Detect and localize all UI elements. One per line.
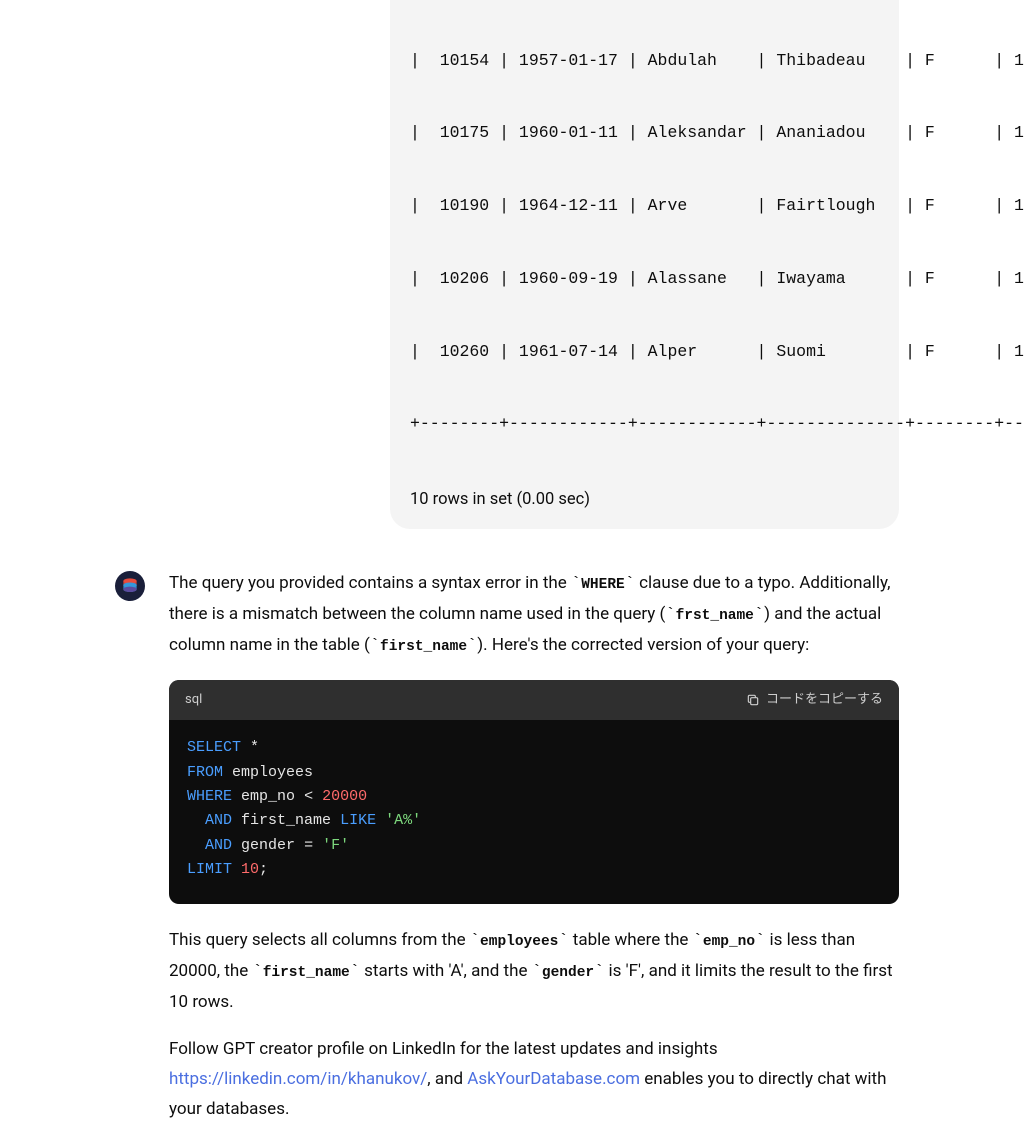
table-row: | 10206 | 1960-09-19 | Alassane | Iwayam… (410, 267, 879, 291)
code-body: SELECT * FROM employees WHERE emp_no < 2… (169, 720, 899, 904)
table-row: | 10260 | 1961-07-14 | Alper | Suomi | F… (410, 340, 879, 364)
code-language-label: sql (185, 689, 202, 712)
copy-label: コードをコピーする (766, 689, 883, 712)
inline-code: first_name (263, 965, 350, 981)
result-footer: 10 rows in set (0.00 sec) (410, 487, 879, 513)
sql-output-table: | 10154 | 1957-01-17 | Abdulah | Thibade… (410, 0, 879, 485)
inline-code: frst_name (676, 608, 754, 624)
table-row: +--------+------------+------------+----… (410, 412, 879, 436)
copy-code-button[interactable]: コードをコピーする (746, 689, 883, 712)
table-row: | 10154 | 1957-01-17 | Abdulah | Thibade… (410, 49, 879, 73)
code-block: sql コードをコピーする SELECT * FROM employees WH… (169, 680, 899, 905)
database-stack-icon (120, 576, 140, 596)
assistant-content: The query you provided contains a syntax… (169, 569, 899, 1142)
copy-icon (746, 693, 760, 707)
table-row: | 10175 | 1960-01-11 | Aleksandar | Anan… (410, 121, 879, 145)
assistant-avatar (115, 571, 145, 601)
inline-code: first_name (380, 639, 467, 655)
user-message: | 10154 | 1957-01-17 | Abdulah | Thibade… (390, 0, 899, 529)
paragraph-1: The query you provided contains a syntax… (169, 569, 899, 661)
code-header: sql コードをコピーする (169, 680, 899, 721)
assistant-message: The query you provided contains a syntax… (115, 569, 899, 1142)
paragraph-3: Follow GPT creator profile on LinkedIn f… (169, 1035, 899, 1124)
inline-code: employees (480, 934, 558, 950)
paragraph-2: This query selects all columns from the … (169, 926, 899, 1017)
askyourdatabase-link[interactable]: AskYourDatabase.com (467, 1069, 640, 1089)
chat-container: | 10154 | 1957-01-17 | Abdulah | Thibade… (0, 0, 1024, 1143)
linkedin-link[interactable]: https://linkedin.com/in/khanukov/ (169, 1069, 427, 1089)
inline-code: WHERE (581, 577, 625, 593)
table-row: | 10190 | 1964-12-11 | Arve | Fairtlough… (410, 194, 879, 218)
inline-code: gender (542, 965, 594, 981)
inline-code: emp_no (703, 934, 755, 950)
